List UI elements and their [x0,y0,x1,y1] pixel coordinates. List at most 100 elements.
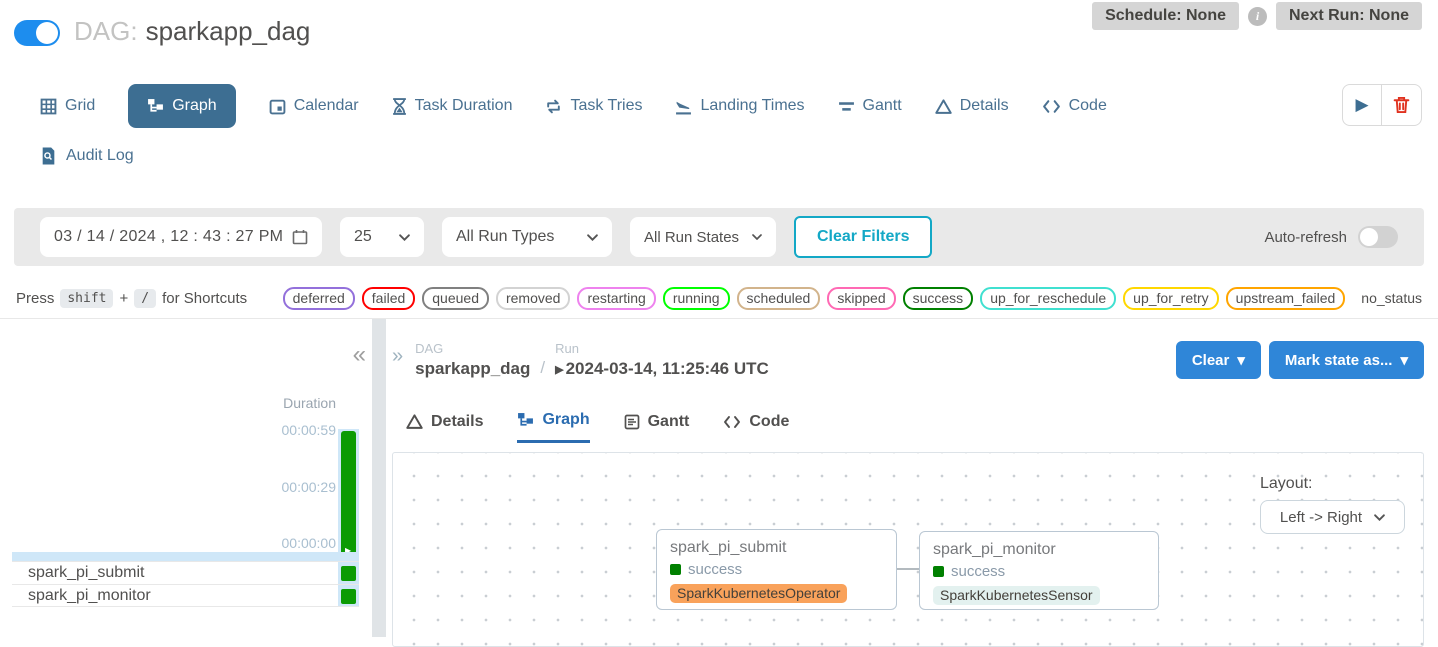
legend-pill-queued[interactable]: queued [422,287,489,310]
task-node-spark-pi-monitor[interactable]: spark_pi_monitor success SparkKubernetes… [919,531,1159,610]
chevron-down-icon [587,234,598,241]
auto-refresh-toggle[interactable] [1358,226,1398,248]
chevron-down-icon [399,234,410,241]
task-row[interactable]: spark_pi_submit [12,561,359,584]
tab-label: Code [1069,97,1107,115]
run-detail-tabs: Details Graph Gantt Code [406,411,789,443]
layout-value: Left -> Right [1280,509,1362,526]
tab-audit-log[interactable]: Audit Log [40,147,134,165]
dag-label: DAG: [74,16,138,46]
state-legend: deferred failed queued removed restartin… [283,287,1422,310]
layout-control: Layout: Left -> Right [1260,475,1405,534]
dag-run-bar[interactable]: ▶ [341,431,356,558]
trash-icon [1393,96,1410,114]
task-node-spark-pi-submit[interactable]: spark_pi_submit success SparkKubernetesO… [656,529,897,610]
layout-select[interactable]: Left -> Right [1260,500,1405,534]
tab-label: Gantt [863,97,902,115]
legend-pill-skipped[interactable]: skipped [827,287,895,310]
task-node-title: spark_pi_monitor [933,541,1145,559]
caret-down-icon: ▾ [1237,351,1245,369]
gantt-doc-icon [624,414,640,430]
task-instance-square[interactable] [341,589,356,604]
layout-label: Layout: [1260,475,1405,493]
mark-state-button[interactable]: Mark state as... ▾ [1269,341,1424,379]
run-types-value: All Run Types [456,228,554,246]
tab-run-details[interactable]: Details [406,411,483,443]
breadcrumb-dag-name[interactable]: sparkapp_dag [415,359,530,379]
dag-pause-toggle[interactable] [14,20,60,46]
legend-pill-removed[interactable]: removed [496,287,570,310]
audit-log-icon [40,147,57,165]
breadcrumb-chevron-icon[interactable]: » [392,345,403,368]
legend-pill-success[interactable]: success [903,287,974,310]
legend-pill-running[interactable]: running [663,287,730,310]
state-label: success [951,563,1005,580]
legend-pill-up-for-retry[interactable]: up_for_retry [1123,287,1218,310]
clear-filters-button[interactable]: Clear Filters [794,216,932,258]
task-node-state: success [670,561,883,578]
run-type-icon: ▶ [555,363,563,376]
base-date-input[interactable]: 03 / 14 / 2024 , 12 : 43 : 27 PM [40,217,322,257]
tab-gantt[interactable]: Gantt [838,97,902,115]
info-icon[interactable]: i [1248,7,1267,26]
tab-details[interactable]: Details [935,97,1009,115]
tab-run-gantt[interactable]: Gantt [624,411,690,443]
legend-pill-scheduled[interactable]: scheduled [737,287,821,310]
tab-task-duration[interactable]: Task Duration [392,97,513,115]
tab-label: Audit Log [66,147,134,165]
tab-run-code[interactable]: Code [723,411,789,443]
graph-icon [517,412,534,429]
run-states-value: All Run States [644,229,739,246]
tab-run-graph[interactable]: Graph [517,411,589,443]
legend-pill-upstream-failed[interactable]: upstream_failed [1226,287,1346,310]
tab-task-tries[interactable]: Task Tries [545,97,642,115]
grid-panel: « Duration 00:00:59 00:00:29 00:00:00 ▶ … [0,319,372,637]
run-header: » DAG sparkapp_dag / Run ▶2024-03-14, 11… [392,341,1424,379]
shortcut-text: Press [16,290,54,307]
graph-canvas[interactable]: Layout: Left -> Right spark_pi_submit su… [392,452,1424,647]
tab-label: Landing Times [700,97,804,115]
task-instance-square[interactable] [341,566,356,581]
tab-code[interactable]: Code [1042,97,1107,115]
breadcrumb-run-value[interactable]: ▶2024-03-14, 11:25:46 UTC [555,359,769,379]
duration-tick: 00:00:00 [282,535,337,551]
tab-label: Calendar [294,97,359,115]
main-content: « Duration 00:00:59 00:00:29 00:00:00 ▶ … [0,319,1438,637]
next-run-badge: Next Run: None [1276,2,1422,30]
tab-label: Graph [542,411,589,429]
dag-name: sparkapp_dag [146,16,311,46]
filter-bar: 03 / 14 / 2024 , 12 : 43 : 27 PM 25 All … [14,208,1424,266]
delete-dag-button[interactable] [1382,85,1421,125]
run-timestamp: 2024-03-14, 11:25:46 UTC [566,359,769,379]
tab-calendar[interactable]: Calendar [269,97,359,115]
legend-pill-failed[interactable]: failed [362,287,415,310]
tab-label: Task Duration [415,97,513,115]
repeat-icon [545,98,562,115]
calendar-icon [269,98,286,115]
button-label: Mark state as... [1285,352,1393,369]
app-header: DAG:sparkapp_dag Schedule: None i Next R… [0,0,1438,80]
grid-icon [40,98,57,115]
selected-run-strip [12,552,359,561]
run-types-select[interactable]: All Run Types [442,217,612,257]
run-states-select[interactable]: All Run States [630,217,776,257]
tab-landing-times[interactable]: Landing Times [675,97,804,115]
task-name: spark_pi_submit [28,564,145,582]
task-row[interactable]: spark_pi_monitor [12,584,359,607]
trigger-dag-button[interactable]: ▶ [1343,85,1382,125]
chevron-down-icon [752,234,762,240]
tab-label: Details [431,413,483,431]
run-detail-panel: » DAG sparkapp_dag / Run ▶2024-03-14, 11… [386,319,1438,637]
tab-grid[interactable]: Grid [40,97,95,115]
shift-key: shift [60,289,113,308]
tab-graph[interactable]: Graph [128,84,235,128]
legend-pill-deferred[interactable]: deferred [283,287,355,310]
page-size-select[interactable]: 25 [340,217,424,257]
legend-pill-restarting[interactable]: restarting [577,287,655,310]
clear-run-button[interactable]: Clear ▾ [1176,341,1261,379]
legend-pill-up-for-reschedule[interactable]: up_for_reschedule [980,287,1116,310]
collapse-panel-icon[interactable]: « [353,343,366,367]
warning-triangle-icon [935,98,952,115]
panel-resizer[interactable] [372,319,386,637]
task-list: spark_pi_submit spark_pi_monitor [12,561,359,607]
